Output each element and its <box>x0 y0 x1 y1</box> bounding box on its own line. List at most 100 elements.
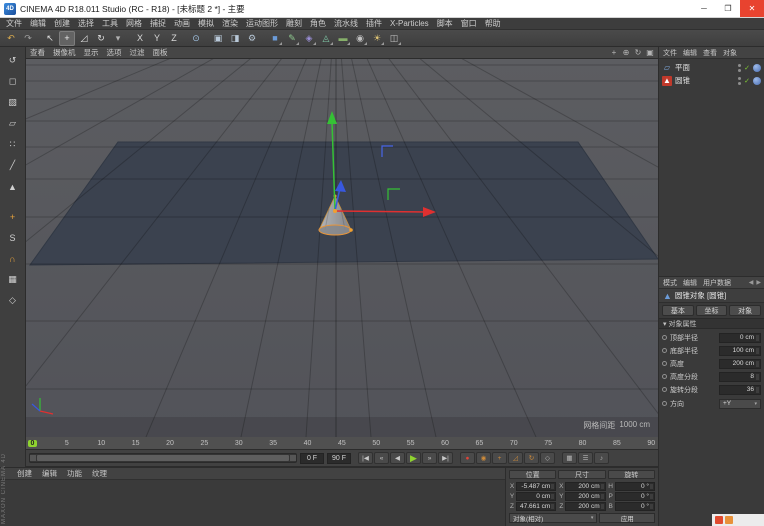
position-value-input[interactable]: -5.487 cm <box>516 482 556 491</box>
menu-help[interactable]: 帮助 <box>481 18 505 30</box>
phong-tag-icon[interactable] <box>753 77 761 85</box>
timeline-tick[interactable]: 35 <box>269 440 278 447</box>
field-value-input[interactable]: 0 cm <box>719 333 761 343</box>
render-region-icon[interactable]: ◨ <box>227 31 243 46</box>
keyframe-circle-icon[interactable] <box>662 348 667 353</box>
subdivision-surface-icon[interactable]: ◈ <box>301 31 317 46</box>
timeline-tick[interactable]: 30 <box>234 440 243 447</box>
live-selection-icon[interactable]: ↖ <box>42 31 58 46</box>
menu-pipeline[interactable]: 流水线 <box>330 18 362 30</box>
menu-character[interactable]: 角色 <box>306 18 330 30</box>
autokey-button[interactable]: ◉ <box>476 452 491 464</box>
primitive-cube-icon[interactable]: ■ <box>267 31 283 46</box>
polygons-mode-icon[interactable]: ▲ <box>4 178 22 195</box>
make-editable-icon[interactable]: ↺ <box>4 52 22 69</box>
goto-start-button[interactable]: |◀ <box>358 452 373 464</box>
keyframe-circle-icon[interactable] <box>662 401 667 406</box>
menu-animate[interactable]: 动画 <box>170 18 194 30</box>
undo-icon[interactable]: ↶ <box>3 31 19 46</box>
workplane-snap-icon[interactable]: ▦ <box>4 271 22 288</box>
am-menu-userdata[interactable]: 用户数据 <box>700 278 734 288</box>
viewport-toggle-icon[interactable]: ▣ <box>644 48 656 57</box>
coordinate-system-icon[interactable]: ⊙ <box>188 31 204 46</box>
move-tool-icon[interactable]: + <box>59 31 75 46</box>
timeline-tick[interactable]: 90 <box>647 440 656 447</box>
viewport-menu-panel[interactable]: 面板 <box>149 47 172 58</box>
menu-file[interactable]: 文件 <box>2 18 26 30</box>
viewport-menu-cameras[interactable]: 摄像机 <box>49 47 80 58</box>
previous-frame-button[interactable]: ◀ <box>390 452 405 464</box>
rotation-value-input[interactable]: 0 ° <box>615 482 655 491</box>
record-keyframe-button[interactable]: ● <box>460 452 475 464</box>
timeline-tick[interactable]: 50 <box>372 440 381 447</box>
timeline-tick[interactable]: 65 <box>475 440 484 447</box>
visibility-dots[interactable] <box>738 77 741 85</box>
orientation-dropdown[interactable]: +Y ▾ <box>719 399 761 409</box>
menu-window[interactable]: 窗口 <box>457 18 481 30</box>
record-rotation-button[interactable]: ↻ <box>524 452 539 464</box>
mm-menu-texture[interactable]: 纹理 <box>87 468 112 479</box>
timeline-tick[interactable]: 85 <box>612 440 621 447</box>
timeline-tick[interactable]: 45 <box>337 440 346 447</box>
section-collapse-icon[interactable]: ▾ <box>663 320 667 328</box>
coordinate-mode-dropdown[interactable]: 对象(相对) ▾ <box>509 513 597 523</box>
previous-key-button[interactable]: « <box>374 452 389 464</box>
history-forward-icon[interactable]: ▶ <box>756 279 761 286</box>
field-value-input[interactable]: 36 <box>719 385 761 395</box>
viewport-solo-icon[interactable]: S <box>4 229 22 246</box>
modeling-objects-icon[interactable]: ◬ <box>318 31 334 46</box>
menu-xparticles[interactable]: X-Particles <box>386 18 433 30</box>
am-menu-mode[interactable]: 模式 <box>660 278 680 288</box>
menu-select[interactable]: 选择 <box>74 18 98 30</box>
am-menu-edit[interactable]: 编辑 <box>680 278 700 288</box>
menu-mograph[interactable]: 运动图形 <box>242 18 282 30</box>
edges-mode-icon[interactable]: ╱ <box>4 157 22 174</box>
menu-create[interactable]: 创建 <box>50 18 74 30</box>
viewport-menu-options[interactable]: 选项 <box>103 47 126 58</box>
visibility-dots[interactable] <box>738 64 741 72</box>
coordinates-column-header[interactable]: 尺寸 <box>558 470 605 479</box>
size-value-input[interactable]: 200 cm <box>565 492 605 501</box>
enable-axis-icon[interactable]: + <box>4 208 22 225</box>
object-row-plane[interactable]: ▱ 平面 ✓ <box>659 61 764 74</box>
spline-pen-icon[interactable]: ✎ <box>284 31 300 46</box>
phong-tag-icon[interactable] <box>753 64 761 72</box>
floor-environment-icon[interactable]: ▬ <box>335 31 351 46</box>
keyframe-circle-icon[interactable] <box>662 387 667 392</box>
field-value-input[interactable]: 200 cm <box>719 359 761 369</box>
coordinates-column-header[interactable]: 位置 <box>509 470 556 479</box>
display-icon[interactable]: ◫ <box>386 31 402 46</box>
timeline-tick[interactable]: 20 <box>166 440 175 447</box>
position-value-input[interactable]: 47.661 cm <box>516 502 556 511</box>
timeline-tick[interactable]: 25 <box>200 440 209 447</box>
position-value-input[interactable]: 0 cm <box>516 492 556 501</box>
field-value-input[interactable]: 8 <box>719 372 761 382</box>
am-tab-object[interactable]: 对象 <box>729 305 761 316</box>
points-mode-icon[interactable]: ∷ <box>4 136 22 153</box>
menu-snap[interactable]: 捕捉 <box>146 18 170 30</box>
keyframe-selection-icon[interactable]: ▦ <box>562 452 577 464</box>
viewport-pan-icon[interactable]: + <box>608 48 620 57</box>
object-row-cone[interactable]: ▲ 圆锥 ✓ <box>659 74 764 87</box>
menu-simulate[interactable]: 模拟 <box>194 18 218 30</box>
light-icon[interactable]: ☀ <box>369 31 385 46</box>
object-icon[interactable]: ▱ <box>662 63 672 73</box>
object-properties-section[interactable]: ▾ 对象属性 <box>659 318 764 329</box>
om-menu-objects[interactable]: 对象 <box>720 48 740 58</box>
camera-icon[interactable]: ◉ <box>352 31 368 46</box>
close-button[interactable]: ✕ <box>740 0 764 17</box>
am-tab-basic[interactable]: 基本 <box>662 305 694 316</box>
keyframe-circle-icon[interactable] <box>662 374 667 379</box>
playback-options-icon[interactable]: ☰ <box>578 452 593 464</box>
gizmo-x-axis[interactable] <box>335 211 426 212</box>
menu-tools[interactable]: 工具 <box>98 18 122 30</box>
viewport-menu-display[interactable]: 显示 <box>80 47 103 58</box>
model-mode-icon[interactable]: ◻ <box>4 73 22 90</box>
viewport-menu-filter[interactable]: 过滤 <box>126 47 149 58</box>
timeline-tick[interactable]: 0 <box>28 440 37 447</box>
mm-menu-create[interactable]: 创建 <box>12 468 37 479</box>
lock-y-axis-icon[interactable]: Y <box>149 31 165 46</box>
menu-sculpt[interactable]: 雕刻 <box>282 18 306 30</box>
viewport-rotate-icon[interactable]: ↻ <box>632 48 644 57</box>
om-menu-view[interactable]: 查看 <box>700 48 720 58</box>
